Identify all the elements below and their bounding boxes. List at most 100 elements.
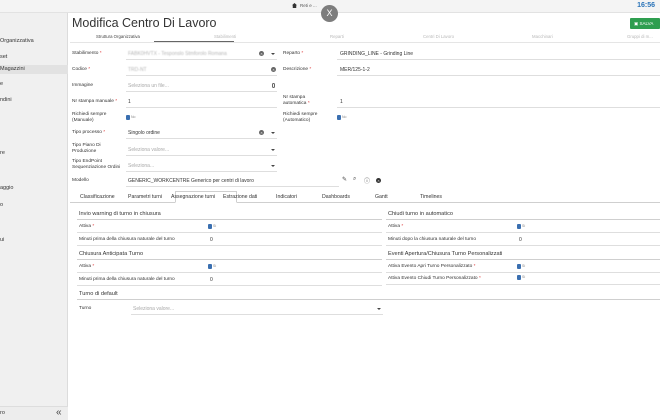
stabilimento-label: Stabilimento * (72, 51, 102, 56)
turno-label: Turno (79, 306, 92, 311)
tab-centri-di-lavoro[interactable]: Centri Di Lavoro (423, 34, 454, 39)
clear-icon[interactable]: × (259, 130, 264, 135)
paperclip-icon[interactable] (272, 83, 275, 88)
nr-stampa-manuale-label: Nr stampa manuale * (72, 99, 118, 104)
row-divider (77, 285, 382, 286)
chevron-down-icon[interactable] (271, 132, 275, 134)
codice-field[interactable]: TRD-NT (128, 67, 147, 73)
chevron-down-icon[interactable] (271, 165, 275, 167)
chiusura-anticipata-attiva-toggle[interactable]: Sì (208, 264, 217, 269)
sidebar-item-ui[interactable]: ui (0, 237, 68, 243)
clear-icon[interactable]: × (376, 178, 381, 183)
tipo-piano-field[interactable]: Seleziona valore... (128, 147, 169, 153)
chevron-down-icon[interactable] (271, 53, 275, 55)
tab-indicatori[interactable]: Indicatori (276, 194, 297, 200)
modello-label: Modello (72, 178, 89, 183)
tipo-endpoint-field[interactable]: Seleziona... (128, 163, 154, 169)
descrizione-field[interactable]: MER/125-1-2 (340, 67, 370, 73)
tipo-endpoint-underline (126, 171, 277, 172)
clock: 16:56 (637, 2, 655, 9)
chevron-down-icon[interactable] (271, 149, 275, 151)
section-title-eventi: Eventi Apertura/Chiusura Turno Personali… (388, 251, 503, 257)
invio-warning-attiva-toggle[interactable]: Sì (208, 224, 217, 229)
nr-stampa-automatica-label: Nr stampa automatica * (283, 95, 310, 106)
richiedi-automatico-label: Richiedi sempre (Automatico) (283, 112, 318, 123)
row-divider (386, 232, 660, 233)
tab-reparti[interactable]: Reparti (330, 34, 344, 39)
sidebar-item-set[interactable]: set (0, 54, 68, 60)
section-divider (386, 219, 660, 220)
section-divider (77, 219, 382, 220)
sidebar-item-e[interactable]: e (0, 81, 68, 87)
turno-select[interactable]: Seleziona valore... (133, 306, 174, 312)
save-button[interactable]: ▣ SALVA (630, 18, 660, 29)
turno-underline (131, 314, 383, 315)
nr-stampa-automatica-field[interactable]: 1 (340, 99, 343, 105)
edit-icon[interactable]: ✎ (342, 176, 347, 183)
clear-icon[interactable]: × (259, 51, 264, 56)
stabilimento-underline (126, 59, 277, 60)
invio-warning-attiva-label: Attiva * (79, 224, 95, 229)
stabilimento-field[interactable]: FABK0HVTX - Tesponslo Stmforolo Romana (128, 51, 227, 57)
chevron-down-icon[interactable] (377, 308, 381, 310)
row-divider (386, 245, 660, 246)
tab-parametri-turni[interactable]: Parametri turni (128, 194, 162, 200)
eventi-chiudi-toggle[interactable]: Sì (517, 275, 526, 280)
breadcrumb[interactable]: Reti e ... (292, 3, 317, 8)
home-icon (292, 3, 297, 8)
chiudi-auto-attiva-toggle[interactable]: Sì (517, 224, 526, 229)
sidebar-item-aggio[interactable]: aggio (0, 185, 68, 191)
immagine-field[interactable]: Seleziona un file... (128, 83, 169, 89)
search-icon[interactable]: ⌕ (353, 176, 356, 183)
sidebar-item-re[interactable]: re (0, 150, 68, 156)
sidebar-item-organizzativa[interactable]: Organizzativa (0, 38, 68, 44)
row-divider (386, 272, 660, 273)
info-icon[interactable]: ⓘ (364, 176, 370, 185)
tab-macchinari[interactable]: Macchinari (532, 34, 553, 39)
reparto-underline (337, 59, 660, 60)
eventi-apri-toggle[interactable]: Sì (517, 264, 526, 269)
descrizione-label: Descrizione * (283, 67, 312, 72)
collapse-sidebar-icon[interactable]: « (56, 407, 62, 418)
tab-timelines[interactable]: Timelines (420, 194, 442, 200)
inner-tabs: Classificazione Parametri turni Assegnaz… (70, 191, 660, 203)
wizard-steps: Struttura Organizzativa Stabilimenti Rep… (70, 32, 660, 43)
sidebar-item-ndini[interactable]: ndini (0, 97, 68, 103)
reparto-field[interactable]: GRINDING_LINE - Grinding Line (340, 51, 413, 57)
section-title-default: Turno di default (79, 291, 118, 297)
tab-assegnazione-turni[interactable]: Assegnazione turni (171, 194, 215, 200)
nr-stampa-manuale-underline (126, 107, 277, 108)
nr-stampa-manuale-field[interactable]: 1 (128, 99, 131, 105)
tab-classificazione[interactable]: Classificazione (80, 194, 115, 200)
chiusura-anticipata-minuti-label: Minuti prima della chiusura naturale del… (79, 277, 175, 282)
richiedi-manuale-toggle[interactable]: No (126, 115, 135, 120)
toggle-knob (517, 224, 521, 229)
row-divider (77, 272, 382, 273)
tipo-processo-field[interactable]: Singolo ordine (128, 130, 160, 136)
modello-field[interactable]: GENERIC_WORKCENTRE Generico per centri d… (128, 178, 254, 184)
clear-icon[interactable]: × (271, 67, 276, 72)
tab-gantt[interactable]: Gantt (375, 194, 388, 200)
tab-gruppi[interactable]: Gruppi di m... (627, 34, 653, 39)
tab-stabilimenti[interactable]: Stabilimenti (214, 34, 236, 39)
chiudi-auto-minuti-field[interactable]: 0 (519, 237, 522, 243)
tipo-piano-label: Tipo Piano Di Produzione (72, 143, 101, 154)
toggle-knob (517, 264, 521, 269)
sidebar-item-magazzini[interactable]: Magazzini (0, 65, 68, 74)
richiedi-automatico-toggle[interactable]: No (337, 115, 346, 120)
close-button[interactable]: X (321, 5, 338, 22)
toggle-knob (517, 275, 521, 280)
invio-warning-minuti-field[interactable]: 0 (210, 237, 213, 243)
eventi-apri-label: Attiva Evento Apri Turno Personalizzato … (388, 264, 476, 269)
chiusura-anticipata-minuti-field[interactable]: 0 (210, 277, 213, 283)
tab-struttura-organizzativa[interactable]: Struttura Organizzativa (96, 34, 140, 39)
toggle-knob (208, 264, 212, 269)
tipo-endpoint-label: Tipo EndPoint Sequenziazione Ordini (72, 159, 121, 170)
sidebar-item-o[interactable]: o (0, 202, 68, 208)
toggle-knob (337, 115, 341, 120)
tab-estrazione-dati[interactable]: Estrazione dati (223, 194, 257, 200)
section-title-chiusura-anticipata: Chiusura Anticipata Turno (79, 251, 144, 257)
tab-dashboards[interactable]: Dashboards (322, 194, 350, 200)
toggle-knob (208, 224, 212, 229)
chiudi-auto-attiva-label: Attiva * (388, 224, 404, 229)
